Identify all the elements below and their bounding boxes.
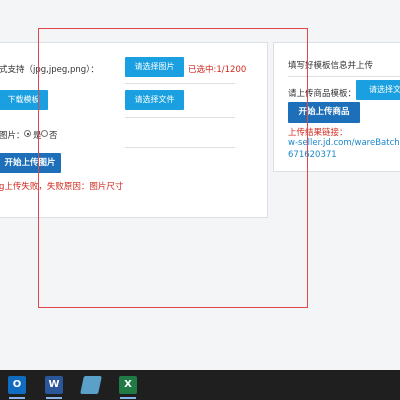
radio-no[interactable] xyxy=(41,130,48,137)
app-icon[interactable] xyxy=(80,376,102,394)
active-indicator xyxy=(46,397,62,399)
outlook-icon[interactable]: O xyxy=(8,376,26,394)
result-link-url-continued[interactable]: 671620371 xyxy=(288,150,337,160)
select-file-button[interactable]: 请选择文件 xyxy=(125,90,184,110)
divider xyxy=(288,76,400,77)
image-option-label: 图片： xyxy=(0,131,25,141)
divider xyxy=(125,147,235,148)
fill-template-title: 填写好模板信息并上传 xyxy=(288,61,374,71)
upload-error-message: g上传失败，失败原因：图片尺寸 xyxy=(0,182,124,192)
divider xyxy=(125,117,235,118)
format-support-label: 式支持（jpg,jpeg,png）： xyxy=(0,65,99,75)
selected-count: 已选中:1/1200 xyxy=(188,65,247,75)
image-upload-panel: 式支持（jpg,jpeg,png）： 请选择图片 已选中:1/1200 下载模板… xyxy=(0,42,268,218)
excel-icon[interactable]: X xyxy=(119,376,137,394)
active-indicator xyxy=(120,397,136,399)
start-upload-products-button[interactable]: 开始上传商品 xyxy=(288,102,360,123)
divider xyxy=(125,83,235,84)
radio-yes-label: 是 xyxy=(33,131,42,141)
radio-no-label: 否 xyxy=(49,131,58,141)
result-link-url[interactable]: w-seller.jd.com/wareBatchPubli xyxy=(288,138,400,148)
select-template-file-button[interactable]: 请选择文 xyxy=(356,80,400,100)
upload-product-template-label: 请上传商品模板： xyxy=(288,89,357,99)
taskbar: O W X xyxy=(0,370,400,400)
result-link-label: 上传结果链接： xyxy=(288,128,348,138)
select-image-button[interactable]: 请选择图片 xyxy=(125,57,184,77)
download-template-button[interactable]: 下载模板 xyxy=(0,90,48,110)
word-icon[interactable]: W xyxy=(45,376,63,394)
product-upload-panel: 填写好模板信息并上传 请上传商品模板： 请选择文 开始上传商品 上传结果链接： … xyxy=(273,42,400,172)
active-indicator xyxy=(9,397,25,399)
start-upload-images-button[interactable]: 开始上传图片 xyxy=(0,153,61,173)
radio-yes[interactable] xyxy=(24,130,31,137)
